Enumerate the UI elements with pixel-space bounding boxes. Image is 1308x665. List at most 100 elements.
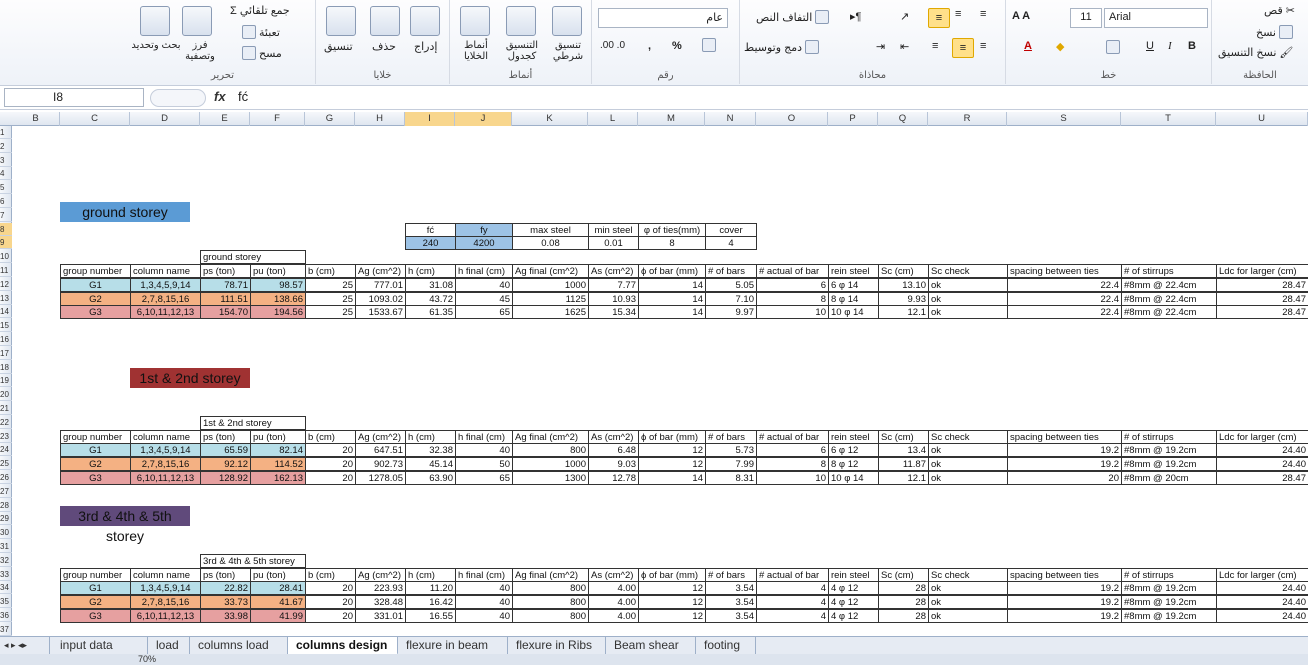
- table-header[interactable]: Ag final (cm^2): [512, 567, 589, 582]
- underline-button[interactable]: U: [1146, 40, 1154, 52]
- column-header-U[interactable]: U: [1216, 112, 1308, 126]
- table-cell[interactable]: 1,3,4,5,9,14: [130, 443, 201, 458]
- table-cell[interactable]: 800: [512, 443, 589, 458]
- row-header-36[interactable]: 36: [0, 609, 12, 622]
- row-header-35[interactable]: 35: [0, 595, 12, 609]
- table-cell[interactable]: 25: [305, 305, 356, 320]
- row-header-19[interactable]: 19: [0, 374, 12, 388]
- table-cell[interactable]: #8mm @ 20cm: [1121, 471, 1217, 485]
- sheet-tab[interactable]: Beam shear: [606, 637, 696, 655]
- table-cell[interactable]: 14: [638, 277, 706, 292]
- table-cell[interactable]: 7.99: [705, 457, 757, 472]
- table-header[interactable]: pu (ton): [250, 567, 306, 582]
- table-cell[interactable]: 6,10,11,12,13: [130, 471, 201, 485]
- column-header-B[interactable]: B: [12, 112, 60, 126]
- table-cell[interactable]: 12.78: [588, 471, 639, 485]
- table-header[interactable]: spacing between ties: [1007, 567, 1122, 582]
- column-header-T[interactable]: T: [1121, 112, 1216, 126]
- table-cell[interactable]: 4 φ 12: [828, 595, 879, 610]
- table-header[interactable]: As (cm^2): [588, 429, 639, 444]
- table-cell[interactable]: 6 φ 12: [828, 443, 879, 458]
- row-header-10[interactable]: 10: [0, 250, 12, 264]
- table-cell[interactable]: 25: [305, 291, 356, 306]
- row-header-28[interactable]: 28: [0, 499, 12, 512]
- table-cell[interactable]: 50: [455, 457, 513, 472]
- table-header[interactable]: spacing between ties: [1007, 429, 1122, 444]
- table-cell[interactable]: G2: [60, 457, 131, 472]
- table-cell[interactable]: 128.92: [200, 471, 251, 485]
- table-header[interactable]: b (cm): [305, 567, 356, 582]
- table-cell[interactable]: 1278.05: [355, 471, 406, 485]
- table-header[interactable]: rein steel: [828, 264, 879, 278]
- insert-cells-icon[interactable]: [410, 6, 440, 36]
- format-button[interactable]: تنسيق: [324, 40, 353, 53]
- table-header[interactable]: # of bars: [705, 429, 757, 444]
- row-header-31[interactable]: 31: [0, 540, 12, 553]
- table-header[interactable]: b (cm): [305, 264, 356, 278]
- table-cell[interactable]: G1: [60, 277, 131, 292]
- table-header[interactable]: Ldc for larger (cm): [1216, 264, 1308, 278]
- column-header-K[interactable]: K: [512, 112, 588, 126]
- table-cell[interactable]: G2: [60, 291, 131, 306]
- column-header-S[interactable]: S: [1007, 112, 1121, 126]
- table-cell[interactable]: 92.12: [200, 457, 251, 472]
- table-header[interactable]: rein steel: [828, 429, 879, 444]
- table-cell[interactable]: 3.54: [705, 609, 757, 623]
- table-cell[interactable]: 12: [638, 595, 706, 610]
- table-cell[interactable]: #8mm @ 19.2cm: [1121, 457, 1217, 472]
- column-header-F[interactable]: F: [250, 112, 305, 126]
- table-cell[interactable]: 1093.02: [355, 291, 406, 306]
- table-cell[interactable]: 138.66: [250, 291, 306, 306]
- table-cell[interactable]: 8 φ 14: [828, 291, 879, 306]
- table-cell[interactable]: 28.41: [250, 581, 306, 596]
- table-header[interactable]: group number: [60, 567, 131, 582]
- table-header[interactable]: spacing between ties: [1007, 264, 1122, 278]
- table-cell[interactable]: 28.47: [1216, 471, 1308, 485]
- column-header-G[interactable]: G: [305, 112, 355, 126]
- table-header[interactable]: # of bars: [705, 264, 757, 278]
- table-cell[interactable]: 41.67: [250, 595, 306, 610]
- section-subtitle[interactable]: 3rd & 4th & 5th storey: [200, 553, 306, 568]
- table-cell[interactable]: 13.4: [878, 443, 929, 458]
- table-cell[interactable]: 8.31: [705, 471, 757, 485]
- align-bottom-button[interactable]: ≡: [928, 8, 950, 28]
- table-cell[interactable]: 12: [638, 443, 706, 458]
- table-header[interactable]: Sc check: [928, 429, 1008, 444]
- row-header-17[interactable]: 17: [0, 347, 12, 360]
- autosum-button[interactable]: Σ جمع تلقائي: [230, 4, 290, 18]
- italic-button[interactable]: I: [1168, 40, 1172, 52]
- find-select-button[interactable]: بحث وتحديد: [131, 40, 180, 51]
- formula-bar-controls[interactable]: [150, 89, 206, 107]
- table-cell[interactable]: 114.52: [250, 457, 306, 472]
- table-cell[interactable]: 45: [455, 291, 513, 306]
- table-header[interactable]: rein steel: [828, 567, 879, 582]
- table-cell[interactable]: 6,10,11,12,13: [130, 305, 201, 320]
- align-middle-button[interactable]: ≡: [955, 8, 961, 20]
- table-cell[interactable]: 12.1: [878, 305, 929, 320]
- table-header[interactable]: As (cm^2): [588, 264, 639, 278]
- row-header-18[interactable]: 18: [0, 361, 12, 374]
- table-cell[interactable]: 10: [756, 305, 829, 320]
- table-header[interactable]: pu (ton): [250, 264, 306, 278]
- sheet-tab[interactable]: flexure in Ribs: [508, 637, 606, 655]
- row-header-30[interactable]: 30: [0, 526, 12, 540]
- table-cell[interactable]: 12.1: [878, 471, 929, 485]
- table-cell[interactable]: 328.48: [355, 595, 406, 610]
- table-header[interactable]: # actual of bar: [756, 567, 829, 582]
- table-cell[interactable]: 45.14: [405, 457, 456, 472]
- row-header-12[interactable]: 12: [0, 278, 12, 291]
- table-cell[interactable]: 4.00: [588, 609, 639, 623]
- table-cell[interactable]: 20: [305, 609, 356, 623]
- table-cell[interactable]: 22.4: [1007, 305, 1122, 320]
- column-header-L[interactable]: L: [588, 112, 638, 126]
- param-header[interactable]: φ of ties(mm): [638, 222, 706, 237]
- row-header-8[interactable]: 8: [0, 222, 12, 236]
- table-cell[interactable]: 8: [756, 457, 829, 472]
- table-cell[interactable]: 20: [1007, 471, 1122, 485]
- table-cell[interactable]: 3.54: [705, 595, 757, 610]
- table-header[interactable]: # of stirrups: [1121, 429, 1217, 444]
- table-header[interactable]: h (cm): [405, 429, 456, 444]
- table-header[interactable]: # actual of bar: [756, 429, 829, 444]
- table-header[interactable]: h final (cm): [455, 264, 513, 278]
- table-cell[interactable]: 647.51: [355, 443, 406, 458]
